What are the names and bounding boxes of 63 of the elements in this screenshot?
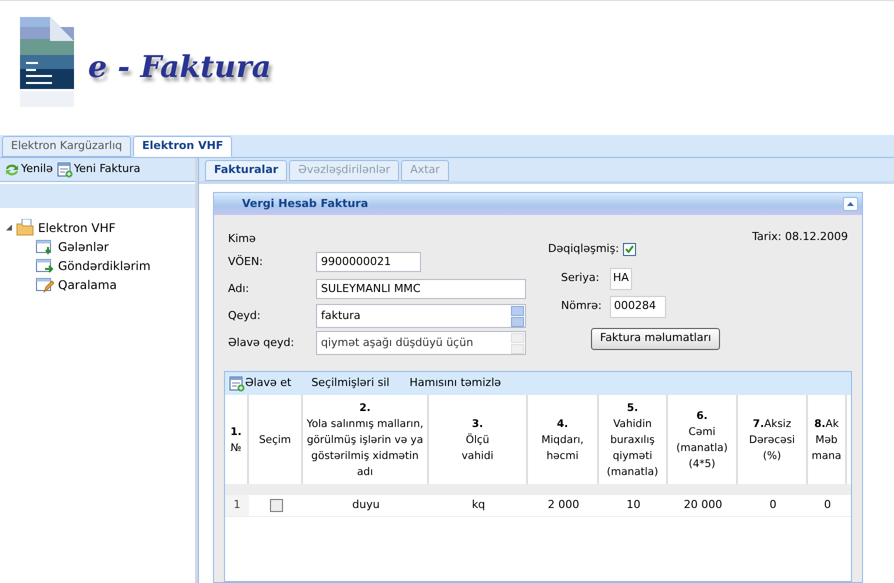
form-add-icon (56, 162, 73, 178)
text-field[interactable]: SULEYMANLI MMC (316, 279, 526, 299)
field-value: faktura (321, 308, 361, 324)
panel-title: Vergi Hesab Faktura (242, 196, 368, 212)
checkbox[interactable] (623, 242, 636, 256)
column-header[interactable]: 8.Ak Məb mana (808, 395, 847, 484)
recipient-label: Kimə (228, 231, 257, 247)
collapse-button[interactable] (843, 197, 858, 211)
checkbox-label: Dəqiqləşmiş: (548, 241, 620, 257)
column-header[interactable]: 2. Yola salınmış malların, görülmüş işlərin və ya göstərilmiş xidmətin adı (303, 395, 429, 484)
table-cell-text: kq (470, 497, 486, 514)
tree-item[interactable]: Elektron VHF (38, 218, 116, 236)
toolbar-button[interactable]: Yenilə (4, 161, 53, 178)
expand-toggle-icon[interactable] (6, 224, 12, 230)
field-label: Adı: (228, 280, 250, 297)
field-label: Nömrə: (561, 298, 598, 314)
column-header[interactable]: 1. № (225, 395, 249, 484)
app-logo-title: e - Faktura (88, 49, 272, 87)
invoice-details-button[interactable]: Faktura məlumatları (591, 328, 720, 350)
toolbar-button[interactable]: Yeni Faktura (56, 161, 140, 178)
invoice-date: Tarix: 08.12.2009 (752, 229, 848, 245)
table-cell: 1 (225, 495, 249, 516)
refresh-icon (4, 162, 20, 176)
tree-item[interactable]: Gələnlər (58, 238, 109, 256)
tab[interactable]: Elektron VHF (133, 136, 232, 157)
checkbox[interactable] (270, 499, 282, 512)
field-label: VÖEN: (228, 254, 264, 270)
tree-item[interactable]: Qaralama (58, 276, 117, 294)
column-header[interactable]: 5. Vahidin buraxılış qiyməti (manatla) (599, 395, 668, 484)
form-add-icon (229, 376, 245, 392)
text-field[interactable]: HA (610, 268, 632, 290)
field-label: Qeyd: (228, 308, 262, 324)
column-header[interactable]: 6. Cəmi (manatla) (4*5) (668, 395, 738, 484)
column-header[interactable]: 4. Miqdarı, həcmi (528, 395, 599, 484)
table-cell-text: 0 (768, 497, 778, 514)
field-value: SULEYMANLI MMC (321, 280, 421, 297)
window-pencil-icon (36, 276, 54, 292)
table-cell-text: 20 000 (682, 497, 724, 514)
field-value: qiymət aşağı düşdüyü üçün (321, 334, 474, 351)
column-header[interactable]: Seçim (249, 395, 303, 484)
toolbar-button[interactable]: Əlavə et (229, 375, 292, 392)
column-header[interactable]: 7.Aksiz Dərəcəsi (%) (738, 395, 808, 484)
tab[interactable]: Elektron Kargüzarlıq (2, 136, 132, 157)
tab[interactable]: Fakturalar (205, 160, 288, 181)
folder-icon (16, 219, 34, 236)
field-label: Seriya: (561, 270, 598, 286)
caret-icon (847, 202, 854, 206)
tree-item[interactable]: Göndərdiklərim (58, 256, 151, 274)
table-cell-text: 2 000 (546, 497, 580, 514)
field-value: 9900000021 (321, 254, 391, 270)
table-cell-text: duyu (351, 497, 381, 514)
toolbar-button[interactable]: Hamısını təmizlə (409, 375, 502, 392)
spin-button[interactable] (511, 306, 524, 316)
column-header[interactable]: 3. Ölçü vahidi (429, 395, 528, 484)
toolbar-button[interactable]: Seçilmişləri sil (311, 375, 390, 392)
field-label: Əlavə qeyd: (228, 334, 296, 351)
table-cell-text: 0 (823, 497, 832, 514)
table-cell-text: 10 (626, 497, 642, 514)
check-icon (625, 245, 634, 254)
text-field[interactable]: 000284 (610, 296, 666, 318)
spin-button[interactable] (511, 316, 524, 326)
text-area[interactable]: faktura (316, 304, 526, 328)
text-field[interactable]: 9900000021 (316, 252, 421, 272)
